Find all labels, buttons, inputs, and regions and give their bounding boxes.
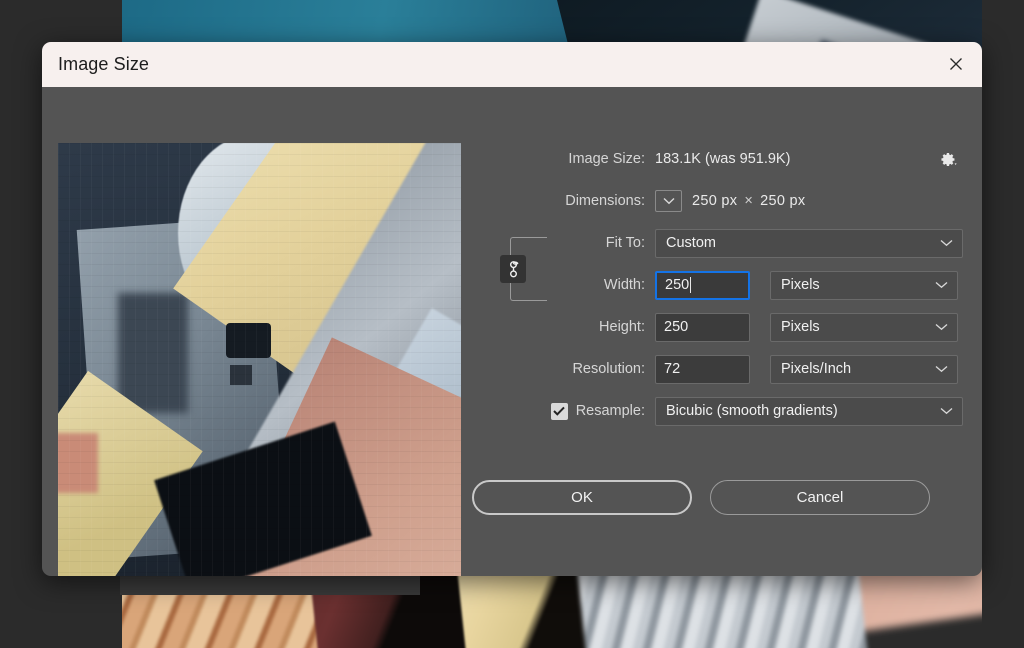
cancel-button[interactable]: Cancel — [710, 480, 930, 515]
image-size-label: Image Size: — [472, 151, 655, 167]
dimensions-width-value: 250 px — [692, 193, 737, 209]
canvas-edge-bar — [120, 575, 420, 595]
resolution-row: Resolution: 72 Pixels/Inch — [472, 353, 967, 385]
dialog-titlebar: Image Size — [42, 42, 982, 87]
resample-value: Bicubic (smooth gradients) — [666, 403, 838, 419]
image-size-row: Image Size: 183.1K (was 951.9K) — [472, 143, 967, 175]
height-label: Height: — [472, 319, 655, 335]
gear-icon[interactable] — [935, 147, 961, 171]
resolution-label: Resolution: — [472, 361, 655, 377]
resample-row: Resample: Bicubic (smooth gradients) — [472, 395, 967, 427]
fit-to-value: Custom — [666, 235, 716, 251]
dimensions-row: Dimensions: 250 px × 250 px — [472, 185, 967, 217]
dialog-body: Image Size: 183.1K (was 951.9K) Dimensio… — [42, 87, 982, 576]
width-unit-value: Pixels — [781, 277, 820, 293]
chevron-down-icon — [935, 281, 948, 289]
dimensions-label: Dimensions: — [472, 193, 655, 209]
height-unit-value: Pixels — [781, 319, 820, 335]
image-size-dialog: Image Size — [42, 42, 982, 576]
chevron-down-icon — [935, 365, 948, 373]
dimensions-chevron-down-icon[interactable] — [655, 190, 682, 212]
chevron-down-icon — [940, 239, 953, 247]
width-unit-select[interactable]: Pixels — [770, 271, 958, 300]
width-value: 250 — [665, 277, 689, 293]
ok-button[interactable]: OK — [472, 480, 692, 515]
height-unit-select[interactable]: Pixels — [770, 313, 958, 342]
dialog-actions: OK Cancel — [472, 480, 967, 515]
resample-label: Resample: — [576, 403, 645, 419]
height-input[interactable]: 250 — [655, 313, 750, 342]
image-preview[interactable] — [58, 143, 461, 576]
width-input[interactable]: 250 — [655, 271, 750, 300]
chevron-down-icon — [940, 407, 953, 415]
height-row: Height: 250 Pixels — [472, 311, 967, 343]
dimensions-height-value: 250 px — [760, 193, 805, 209]
image-size-value: 183.1K (was 951.9K) — [655, 151, 790, 167]
fit-to-select[interactable]: Custom — [655, 229, 963, 258]
screen: Image Size — [0, 0, 1024, 648]
resample-checkbox[interactable] — [551, 403, 568, 420]
fields-panel: Image Size: 183.1K (was 951.9K) Dimensio… — [472, 143, 967, 437]
chevron-down-icon — [935, 323, 948, 331]
dimensions-separator: × — [744, 193, 753, 209]
resample-select[interactable]: Bicubic (smooth gradients) — [655, 397, 963, 426]
close-icon[interactable] — [936, 46, 976, 82]
chain-link-icon[interactable] — [500, 255, 526, 283]
resolution-unit-value: Pixels/Inch — [781, 361, 851, 377]
resolution-input[interactable]: 72 — [655, 355, 750, 384]
resolution-value: 72 — [664, 361, 680, 377]
constrain-proportions-link[interactable] — [492, 231, 550, 307]
height-value: 250 — [664, 319, 688, 335]
resolution-unit-select[interactable]: Pixels/Inch — [770, 355, 958, 384]
dialog-title: Image Size — [58, 54, 149, 75]
text-caret — [690, 277, 691, 293]
